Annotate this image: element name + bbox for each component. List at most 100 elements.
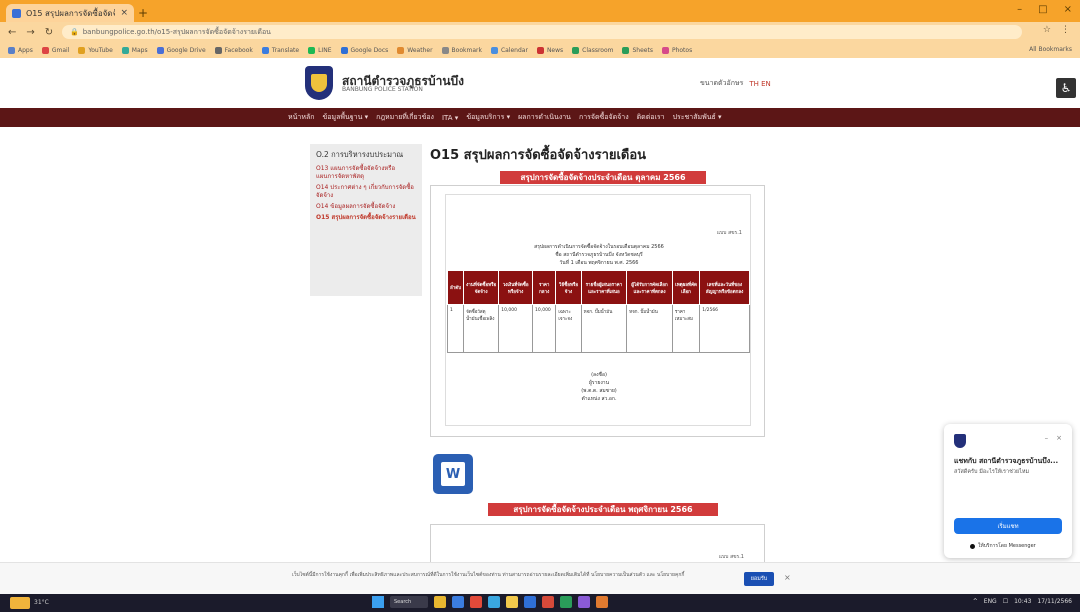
url-text: banbungpolice.go.th/o15-สรุปผลการจัดซื้อ…	[82, 27, 271, 36]
nav-item[interactable]: การจัดซื้อจัดจ้าง	[579, 112, 629, 123]
all-bookmarks[interactable]: All Bookmarks	[1029, 46, 1072, 53]
bookmark-item[interactable]: Photos	[661, 46, 692, 54]
reload-button[interactable]: ↻	[45, 27, 53, 38]
bookmark-item[interactable]: Facebook	[214, 46, 253, 54]
weather-icon[interactable]	[10, 597, 30, 609]
close-window-button[interactable]: ×	[1064, 4, 1072, 15]
word-document-icon[interactable]: W	[433, 454, 473, 494]
table-header-cell: วิธีซื้อหรือจ้าง	[555, 270, 582, 305]
messenger-chat-widget: – × แชทกับ สถานีตำรวจภูธรบ้านบึง... สวัส…	[944, 424, 1072, 558]
sidebar-item-o13[interactable]: O13 แผนการจัดซื้อจัดจ้างหรือแผนการจัดหาพ…	[316, 165, 416, 181]
language-switch[interactable]: TH EN	[749, 80, 770, 88]
cookie-banner: เว็บไซต์นี้มีการใช้งานคุกกี้ เพื่อเพิ่มป…	[0, 562, 1080, 594]
powerpoint-icon[interactable]	[542, 596, 554, 608]
taskbar-search[interactable]: Search	[390, 596, 428, 608]
messenger-icon	[970, 543, 975, 549]
bookmark-item[interactable]: Google Docs	[340, 46, 388, 54]
bookmark-icon	[397, 46, 405, 54]
edge-icon[interactable]	[488, 596, 500, 608]
bookmark-item[interactable]: News	[536, 46, 563, 54]
browser-tab[interactable]: O15 สรุปผลการจัดซื้อจัดจ้าง... ×	[6, 4, 134, 22]
teams-icon[interactable]	[578, 596, 590, 608]
table-cell: 1/2566	[699, 304, 750, 353]
procurement-table: ลำดับ งานที่จัดซื้อหรือจัดจ้าง วงเงินที่จั…	[446, 270, 750, 353]
bookmark-item[interactable]: Gmail	[41, 46, 69, 54]
start-chat-button[interactable]: เริ่มแชท	[954, 518, 1062, 534]
doc-signature: (ลงชื่อ) ผู้รายงาน (พ.ต.ต. สมชาย) ตำแหน่…	[581, 372, 617, 402]
cookie-accept-button[interactable]: ยอมรับ	[744, 572, 774, 586]
url-field[interactable]: 🔒 banbungpolice.go.th/o15-สรุปผลการจัดซื…	[62, 25, 1022, 39]
bookmark-item[interactable]: Weather	[397, 46, 433, 54]
sidebar-item-o14-result[interactable]: O14 ข้อมูลผลการจัดซื้อจัดจ้าง	[316, 203, 416, 211]
document-viewer-october[interactable]: แบบ สขร.1 สรุปผลการดำเนินการจัดซื้อจัดจ้…	[430, 185, 765, 437]
bookmark-star-icon[interactable]: ☆	[1043, 25, 1051, 35]
month-label-november[interactable]: สรุปการจัดซื้อจัดจ้างประจำเดือน พฤศจิกาย…	[488, 503, 718, 516]
main-nav: หน้าหลัก ข้อมูลพื้นฐาน ▾ กฎหมายที่เกี่ยวข้…	[0, 108, 1080, 127]
sidebar-item-o15[interactable]: O15 สรุปผลการจัดซื้อจัดจ้างรายเดือน	[316, 214, 416, 222]
bookmark-icon	[572, 46, 580, 54]
table-cell: เฉพาะเจาะจง	[555, 304, 582, 353]
nav-item[interactable]: ติดต่อเรา	[637, 112, 665, 123]
month-label-october[interactable]: สรุปการจัดซื้อจัดจ้างประจำเดือน ตุลาคม 2…	[500, 171, 706, 184]
bookmark-item[interactable]: Bookmark	[441, 46, 482, 54]
chrome-icon[interactable]	[506, 596, 518, 608]
bookmark-item[interactable]: Maps	[121, 46, 148, 54]
header-tools: ขนาดตัวอักษร TH EN	[700, 78, 771, 89]
chat-title: แชทกับ สถานีตำรวจภูธรบ้านบึง...	[954, 457, 1059, 465]
sidebar-item-o14-announce[interactable]: O14 ประกาศต่าง ๆ เกี่ยวกับการจัดซื้อจัดจ…	[316, 184, 416, 200]
nav-item[interactable]: หน้าหลัก	[288, 112, 314, 123]
maximize-button[interactable]: □	[1038, 4, 1047, 15]
bookmark-icon	[261, 46, 269, 54]
chat-close-button[interactable]: ×	[1056, 434, 1062, 442]
tab-title: O15 สรุปผลการจัดซื้อจัดจ้าง...	[26, 8, 116, 18]
forward-button[interactable]: →	[26, 27, 34, 38]
bookmark-item[interactable]: Apps	[8, 46, 33, 54]
minimize-button[interactable]: –	[1017, 4, 1022, 15]
mail-icon[interactable]	[452, 596, 464, 608]
chat-controls: – ×	[1045, 434, 1062, 442]
document-viewer-november[interactable]: แบบ สขร.1	[430, 524, 765, 562]
accessibility-icon[interactable]: ♿	[1056, 78, 1076, 98]
bookmark-item[interactable]: YouTube	[78, 46, 113, 54]
menu-icon[interactable]: ⋮	[1061, 25, 1070, 35]
table-cell: 10,000	[532, 304, 557, 353]
bookmark-item[interactable]: Translate	[261, 46, 299, 54]
tray-item[interactable]: ^	[973, 598, 978, 605]
chat-minimize-button[interactable]: –	[1045, 434, 1049, 442]
sidebar: O.2 การบริหารงบประมาณ O13 แผนการจัดซื้อจ…	[310, 144, 422, 296]
bookmark-icon	[8, 46, 15, 54]
excel-icon[interactable]	[560, 596, 572, 608]
window-controls: – □ ×	[1017, 4, 1072, 15]
bookmark-item[interactable]: Sheets	[622, 46, 653, 54]
new-tab-button[interactable]: +	[138, 6, 148, 20]
app-icon[interactable]	[470, 596, 482, 608]
bookmark-item[interactable]: LINE	[308, 46, 332, 54]
back-button[interactable]: ←	[8, 27, 16, 38]
nav-item[interactable]: ผลการดำเนินงาน	[518, 112, 571, 123]
start-button[interactable]	[372, 596, 384, 608]
nav-item[interactable]: ข้อมูลบริการ ▾	[466, 112, 510, 123]
nav-item[interactable]: ประชาสัมพันธ์ ▾	[673, 112, 722, 123]
font-size-label[interactable]: ขนาดตัวอักษร	[700, 78, 743, 89]
word-app-icon[interactable]	[524, 596, 536, 608]
bookmark-item[interactable]: Calendar	[490, 46, 528, 54]
doc-heading-2: ชื่อ สถานีตำรวจภูธรบ้านบึง จังหวัดชลบุรี	[555, 252, 643, 258]
nav-item[interactable]: ITA ▾	[442, 114, 458, 122]
tab-close-icon[interactable]: ×	[120, 8, 128, 18]
app-icon-2[interactable]	[596, 596, 608, 608]
tray-item[interactable]: 10:43	[1014, 598, 1031, 605]
tray-item[interactable]: ENG	[984, 598, 997, 605]
police-logo[interactable]	[305, 66, 333, 100]
bookmarks-bar: Apps Gmail YouTube Maps Google Drive Facebook…	[0, 42, 1080, 58]
table-cell: หจก. ปั๊มน้ำมัน	[580, 304, 628, 353]
tray-item[interactable]: ☐	[1003, 598, 1008, 605]
tray-item[interactable]: 17/11/2566	[1037, 598, 1072, 605]
bookmark-item[interactable]: Classroom	[572, 46, 613, 54]
nav-item[interactable]: กฎหมายที่เกี่ยวข้อง	[376, 112, 434, 123]
bookmark-item[interactable]: Google Drive	[156, 46, 206, 54]
cookie-close-button[interactable]: ×	[784, 573, 791, 582]
table-cell: 10,000	[498, 304, 534, 353]
nav-item[interactable]: ข้อมูลพื้นฐาน ▾	[322, 112, 368, 123]
table-cell: ราคาเหมาะสม	[671, 304, 701, 353]
file-explorer-icon[interactable]	[434, 596, 446, 608]
